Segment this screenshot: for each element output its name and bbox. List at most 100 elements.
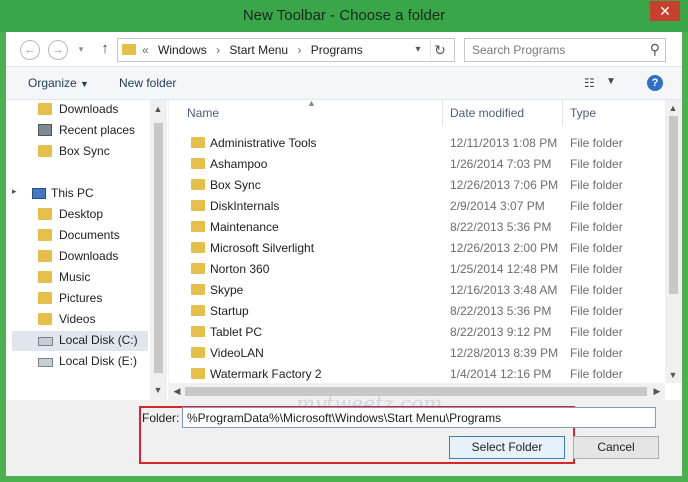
- forward-button[interactable]: →: [48, 40, 68, 60]
- folder-icon: [191, 221, 205, 232]
- folder-icon: [38, 229, 52, 241]
- breadcrumb-item[interactable]: Start Menu: [229, 43, 288, 57]
- breadcrumb-overflow-chevron[interactable]: «: [142, 43, 149, 57]
- chevron-down-icon[interactable]: ▾: [410, 41, 426, 59]
- recent-locations-dropdown[interactable]: ▾: [72, 40, 90, 58]
- table-row[interactable]: Tablet PC 8/22/2013 9:12 PM File folder: [169, 321, 659, 342]
- search-input[interactable]: Search Programs: [472, 43, 565, 57]
- table-row[interactable]: Norton 360 1/25/2014 12:48 PM File folder: [169, 258, 659, 279]
- search-icon[interactable]: ⚲: [650, 41, 660, 58]
- select-folder-button[interactable]: Select Folder: [449, 436, 565, 459]
- sort-ascending-icon: ▲: [307, 100, 316, 108]
- table-row[interactable]: Administrative Tools 12/11/2013 1:08 PM Fi…: [169, 132, 659, 153]
- table-row[interactable]: VideoLAN 12/28/2013 8:39 PM File folder: [169, 342, 659, 363]
- nav-item-downloads[interactable]: Downloads: [38, 100, 148, 120]
- column-divider[interactable]: [562, 100, 563, 126]
- nav-item-local-disk-e[interactable]: Local Disk (E:): [38, 352, 148, 372]
- new-folder-button[interactable]: New folder: [119, 76, 176, 90]
- folder-icon: [191, 305, 205, 316]
- nav-item-label: Pictures: [59, 291, 103, 305]
- column-header-name[interactable]: Name: [187, 106, 219, 120]
- drive-icon: [38, 358, 53, 367]
- row-name: Maintenance: [210, 220, 279, 234]
- folder-icon: [191, 242, 205, 253]
- nav-item-documents[interactable]: Documents: [38, 226, 148, 246]
- expand-arrow-icon[interactable]: ▸: [12, 186, 17, 197]
- nav-item-box-sync[interactable]: Box Sync: [38, 142, 148, 162]
- refresh-icon[interactable]: ↻: [430, 41, 449, 59]
- address-bar[interactable]: « Windows › Start Menu › Programs ▾ ↻: [117, 38, 455, 62]
- file-list-pane: ▲ Name Date modified Type Administrative…: [169, 100, 682, 400]
- row-date: 8/22/2013 9:12 PM: [450, 325, 552, 339]
- nav-item-this-pc[interactable]: ▸ This PC: [10, 184, 150, 204]
- nav-item-desktop[interactable]: Desktop: [38, 205, 148, 225]
- table-row[interactable]: Startup 8/22/2013 5:36 PM File folder: [169, 300, 659, 321]
- scroll-up-icon[interactable]: ▲: [152, 104, 164, 114]
- folder-icon: [38, 271, 52, 283]
- nav-item-label: Downloads: [59, 249, 119, 263]
- folder-icon: [191, 263, 205, 274]
- scroll-down-icon[interactable]: ▼: [667, 370, 679, 380]
- address-row: ← → ▾ ↑ « Windows › Start Menu › Program…: [6, 32, 682, 67]
- row-type: File folder: [570, 346, 623, 360]
- folder-icon: [38, 103, 52, 115]
- nav-item-music[interactable]: Music: [38, 268, 148, 288]
- row-type: File folder: [570, 157, 623, 171]
- nav-item-videos[interactable]: Videos: [38, 310, 148, 330]
- back-button[interactable]: ←: [20, 40, 40, 60]
- nav-item-pictures[interactable]: Pictures: [38, 289, 148, 309]
- folder-icon: [191, 179, 205, 190]
- nav-item-downloads[interactable]: Downloads: [38, 247, 148, 267]
- table-row[interactable]: Box Sync 12/26/2013 7:06 PM File folder: [169, 174, 659, 195]
- row-type: File folder: [570, 241, 623, 255]
- folder-icon: [191, 368, 205, 379]
- cancel-button[interactable]: Cancel: [573, 436, 659, 459]
- nav-item-label: This PC: [51, 186, 94, 200]
- row-type: File folder: [570, 283, 623, 297]
- breadcrumb-item[interactable]: Programs: [311, 43, 363, 57]
- search-box[interactable]: Search Programs ⚲: [464, 38, 666, 62]
- scroll-up-icon[interactable]: ▲: [667, 103, 679, 113]
- row-date: 1/26/2014 7:03 PM: [450, 157, 552, 171]
- row-date: 1/25/2014 12:48 PM: [450, 262, 559, 276]
- table-row[interactable]: DiskInternals 2/9/2014 3:07 PM File folder: [169, 195, 659, 216]
- row-type: File folder: [570, 220, 623, 234]
- nav-item-label: Music: [59, 270, 91, 284]
- scrollbar-thumb[interactable]: [154, 123, 163, 373]
- scroll-left-icon[interactable]: ◀: [171, 386, 183, 397]
- row-date: 2/9/2014 3:07 PM: [450, 199, 545, 213]
- row-date: 8/22/2013 5:36 PM: [450, 220, 552, 234]
- row-date: 12/11/2013 1:08 PM: [450, 136, 558, 150]
- row-name: Norton 360: [210, 262, 270, 276]
- table-row[interactable]: Maintenance 8/22/2013 5:36 PM File folder: [169, 216, 659, 237]
- folder-field[interactable]: [182, 407, 656, 428]
- column-divider[interactable]: [442, 100, 443, 126]
- close-button[interactable]: ✕: [650, 1, 680, 21]
- breadcrumb-item[interactable]: Windows: [158, 43, 207, 57]
- breadcrumb: « Windows › Start Menu › Programs: [142, 43, 369, 57]
- table-row[interactable]: Skype 12/16/2013 3:48 AM File folder: [169, 279, 659, 300]
- table-row[interactable]: Microsoft Silverlight 12/26/2013 2:00 PM F…: [169, 237, 659, 258]
- nav-item-label: Videos: [59, 312, 96, 326]
- table-row[interactable]: Watermark Factory 2 1/4/2014 12:16 PM File…: [169, 363, 659, 384]
- organize-button[interactable]: Organize ▼: [28, 76, 89, 90]
- breadcrumb-separator[interactable]: ›: [216, 43, 220, 57]
- drive-icon: [38, 337, 53, 346]
- column-header-date[interactable]: Date modified: [450, 106, 524, 120]
- navigation-scrollbar[interactable]: ▲ ▼: [150, 100, 167, 400]
- scroll-right-icon[interactable]: ▶: [651, 386, 663, 397]
- scrollbar-thumb[interactable]: [669, 116, 678, 294]
- column-header-type[interactable]: Type: [570, 106, 596, 120]
- up-button[interactable]: ↑: [97, 38, 113, 60]
- scroll-down-icon[interactable]: ▼: [152, 385, 164, 395]
- row-type: File folder: [570, 199, 623, 213]
- nav-item-local-disk-c[interactable]: Local Disk (C:): [12, 331, 148, 351]
- view-options-icon[interactable]: ☷: [584, 76, 595, 90]
- vertical-scrollbar[interactable]: ▲ ▼: [665, 100, 682, 383]
- help-icon[interactable]: ?: [647, 75, 663, 91]
- nav-item-recent-places[interactable]: Recent places: [38, 121, 148, 141]
- row-name: Tablet PC: [210, 325, 263, 339]
- breadcrumb-separator[interactable]: ›: [297, 43, 301, 57]
- chevron-down-icon[interactable]: ▼: [606, 76, 616, 87]
- table-row[interactable]: Ashampoo 1/26/2014 7:03 PM File folder: [169, 153, 659, 174]
